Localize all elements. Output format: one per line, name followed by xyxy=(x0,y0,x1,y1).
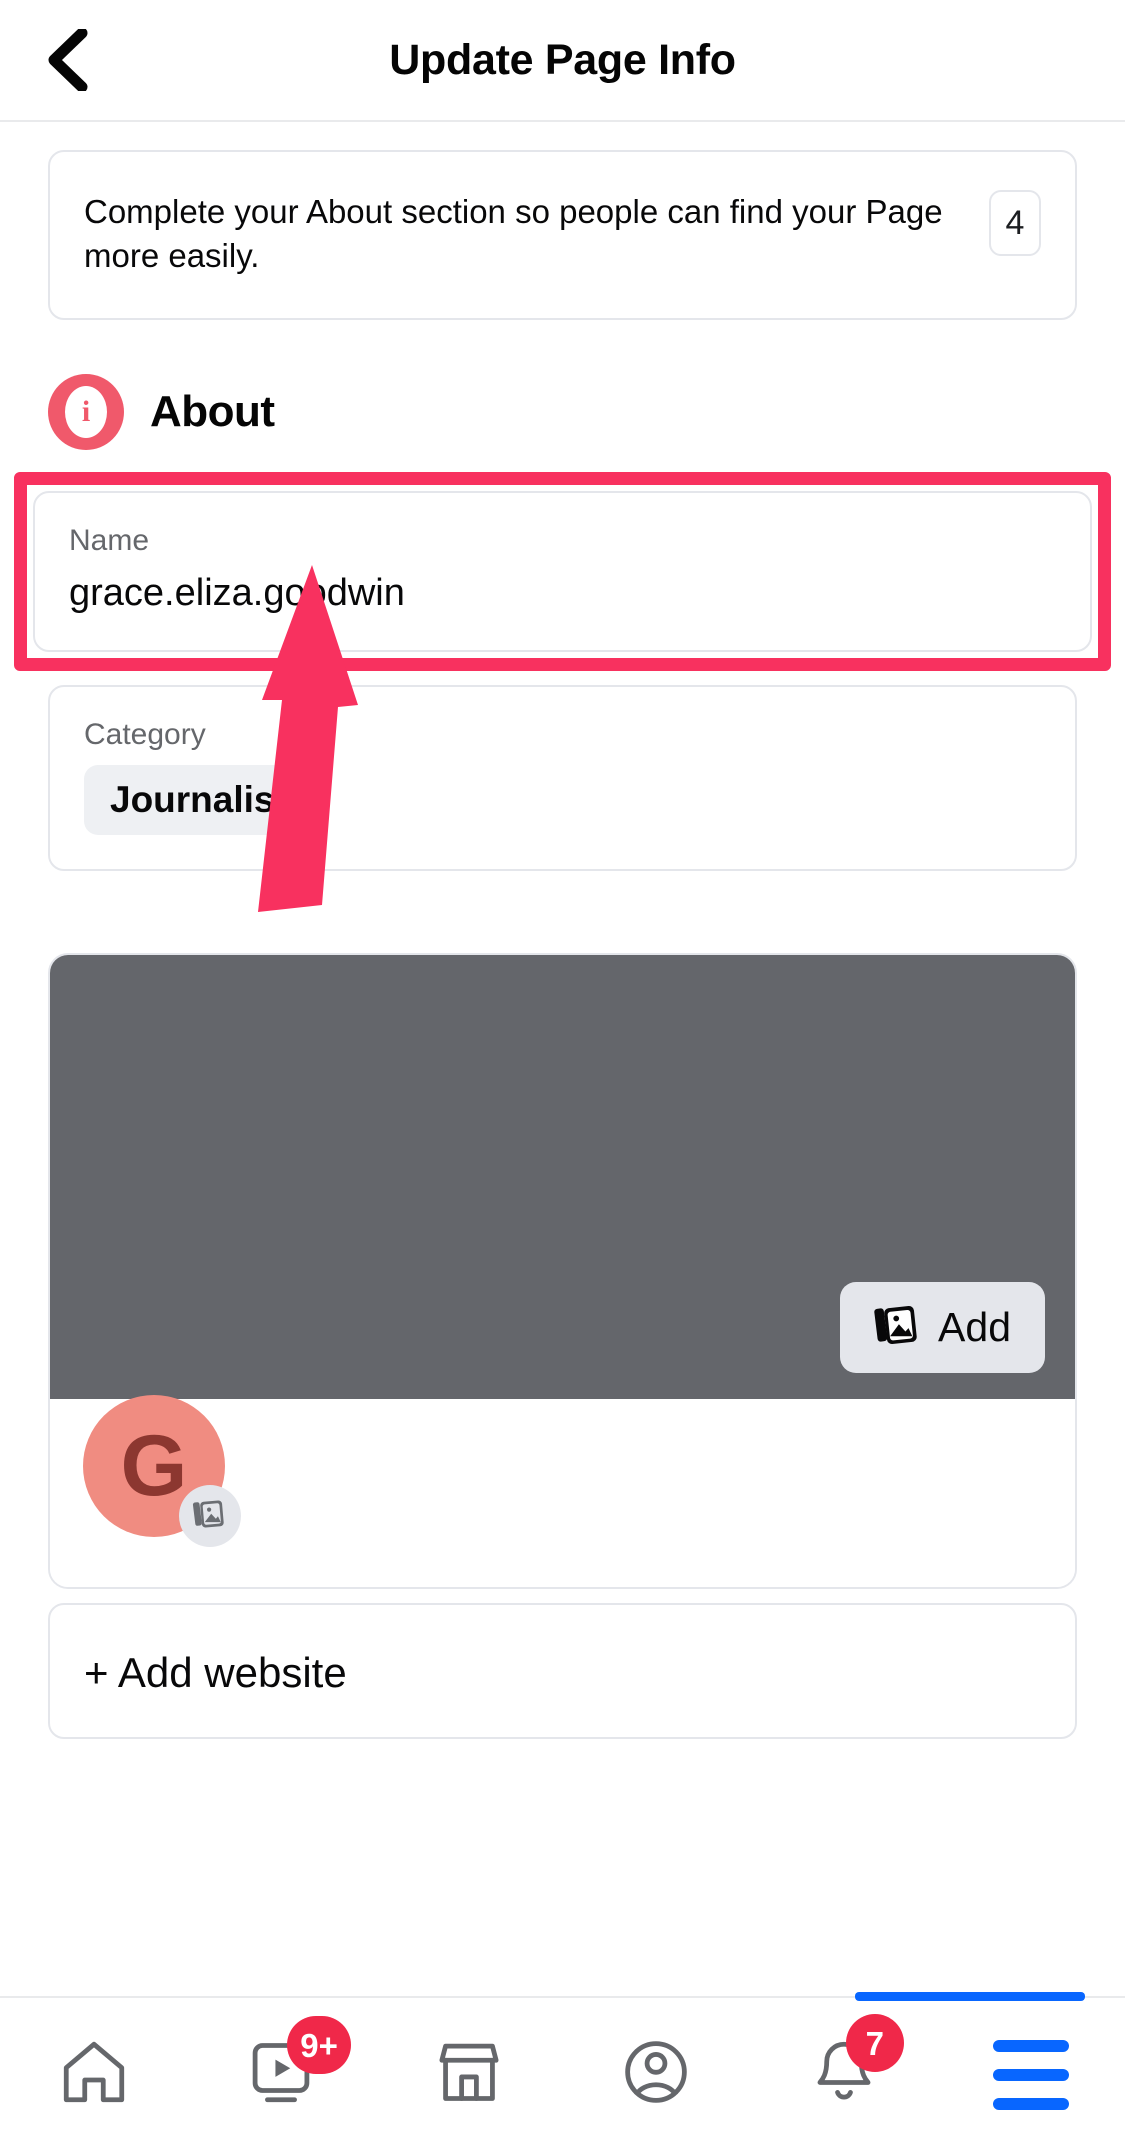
page-title: Update Page Info xyxy=(389,35,736,84)
photo-stack-icon xyxy=(874,1302,920,1353)
app-header: Update Page Info xyxy=(0,0,1125,122)
category-field-label: Category xyxy=(84,718,206,752)
avatar-photo-badge[interactable] xyxy=(179,1485,241,1548)
bottom-navigation-bar: 9+ 7 xyxy=(0,1992,1125,2151)
category-field[interactable]: Category Journalist xyxy=(48,685,1077,872)
category-value-pill: Journalist xyxy=(84,765,313,836)
add-cover-photo-button[interactable]: Add xyxy=(840,1282,1045,1374)
info-letter: i xyxy=(65,385,107,438)
nav-item-home[interactable] xyxy=(0,1998,188,2151)
banner-text: Complete your About section so people ca… xyxy=(84,193,943,274)
avatar-letter: G xyxy=(120,1418,188,1515)
about-section-heading: i About xyxy=(48,373,1077,450)
about-heading-label: About xyxy=(150,386,275,436)
home-icon xyxy=(57,2035,131,2114)
back-button[interactable] xyxy=(34,28,98,92)
hamburger-menu-icon xyxy=(993,2039,1070,2110)
name-field-highlight: Name grace.eliza.goodwin xyxy=(14,471,1111,672)
photo-stack-icon xyxy=(192,1496,228,1537)
photos-card: Add G xyxy=(48,953,1077,1590)
nav-item-video[interactable]: 9+ xyxy=(188,1998,376,2151)
add-website-field[interactable]: + Add website xyxy=(48,1603,1077,1740)
nav-item-marketplace[interactable] xyxy=(375,1998,563,2151)
add-website-label: + Add website xyxy=(84,1649,347,1697)
chevron-left-icon xyxy=(42,29,90,91)
avatar[interactable]: G xyxy=(83,1395,241,1548)
cover-photo[interactable]: Add xyxy=(50,955,1075,1400)
nav-item-notifications[interactable]: 7 xyxy=(750,1998,938,2151)
name-field-value: grace.eliza.goodwin xyxy=(69,571,405,614)
menu-indicator-bar xyxy=(855,1992,1085,2001)
about-completion-banner[interactable]: Complete your About section so people ca… xyxy=(48,150,1077,320)
info-circle-icon: i xyxy=(48,373,124,450)
person-circle-icon xyxy=(619,2035,693,2114)
notifications-badge: 7 xyxy=(845,2014,904,2072)
nav-item-profile[interactable] xyxy=(563,1998,751,2151)
nav-item-menu[interactable] xyxy=(855,1992,1125,2151)
video-badge: 9+ xyxy=(287,2016,351,2074)
page-body: Complete your About section so people ca… xyxy=(0,150,1125,1740)
avatar-zone: G xyxy=(50,1395,1075,1588)
name-field[interactable]: Name grace.eliza.goodwin xyxy=(33,490,1092,653)
banner-count-badge: 4 xyxy=(989,190,1041,256)
store-icon xyxy=(432,2035,506,2114)
add-button-label: Add xyxy=(938,1304,1011,1351)
update-page-info-screen: Update Page Info Complete your About sec… xyxy=(0,0,1125,2151)
name-field-label: Name xyxy=(69,523,150,557)
